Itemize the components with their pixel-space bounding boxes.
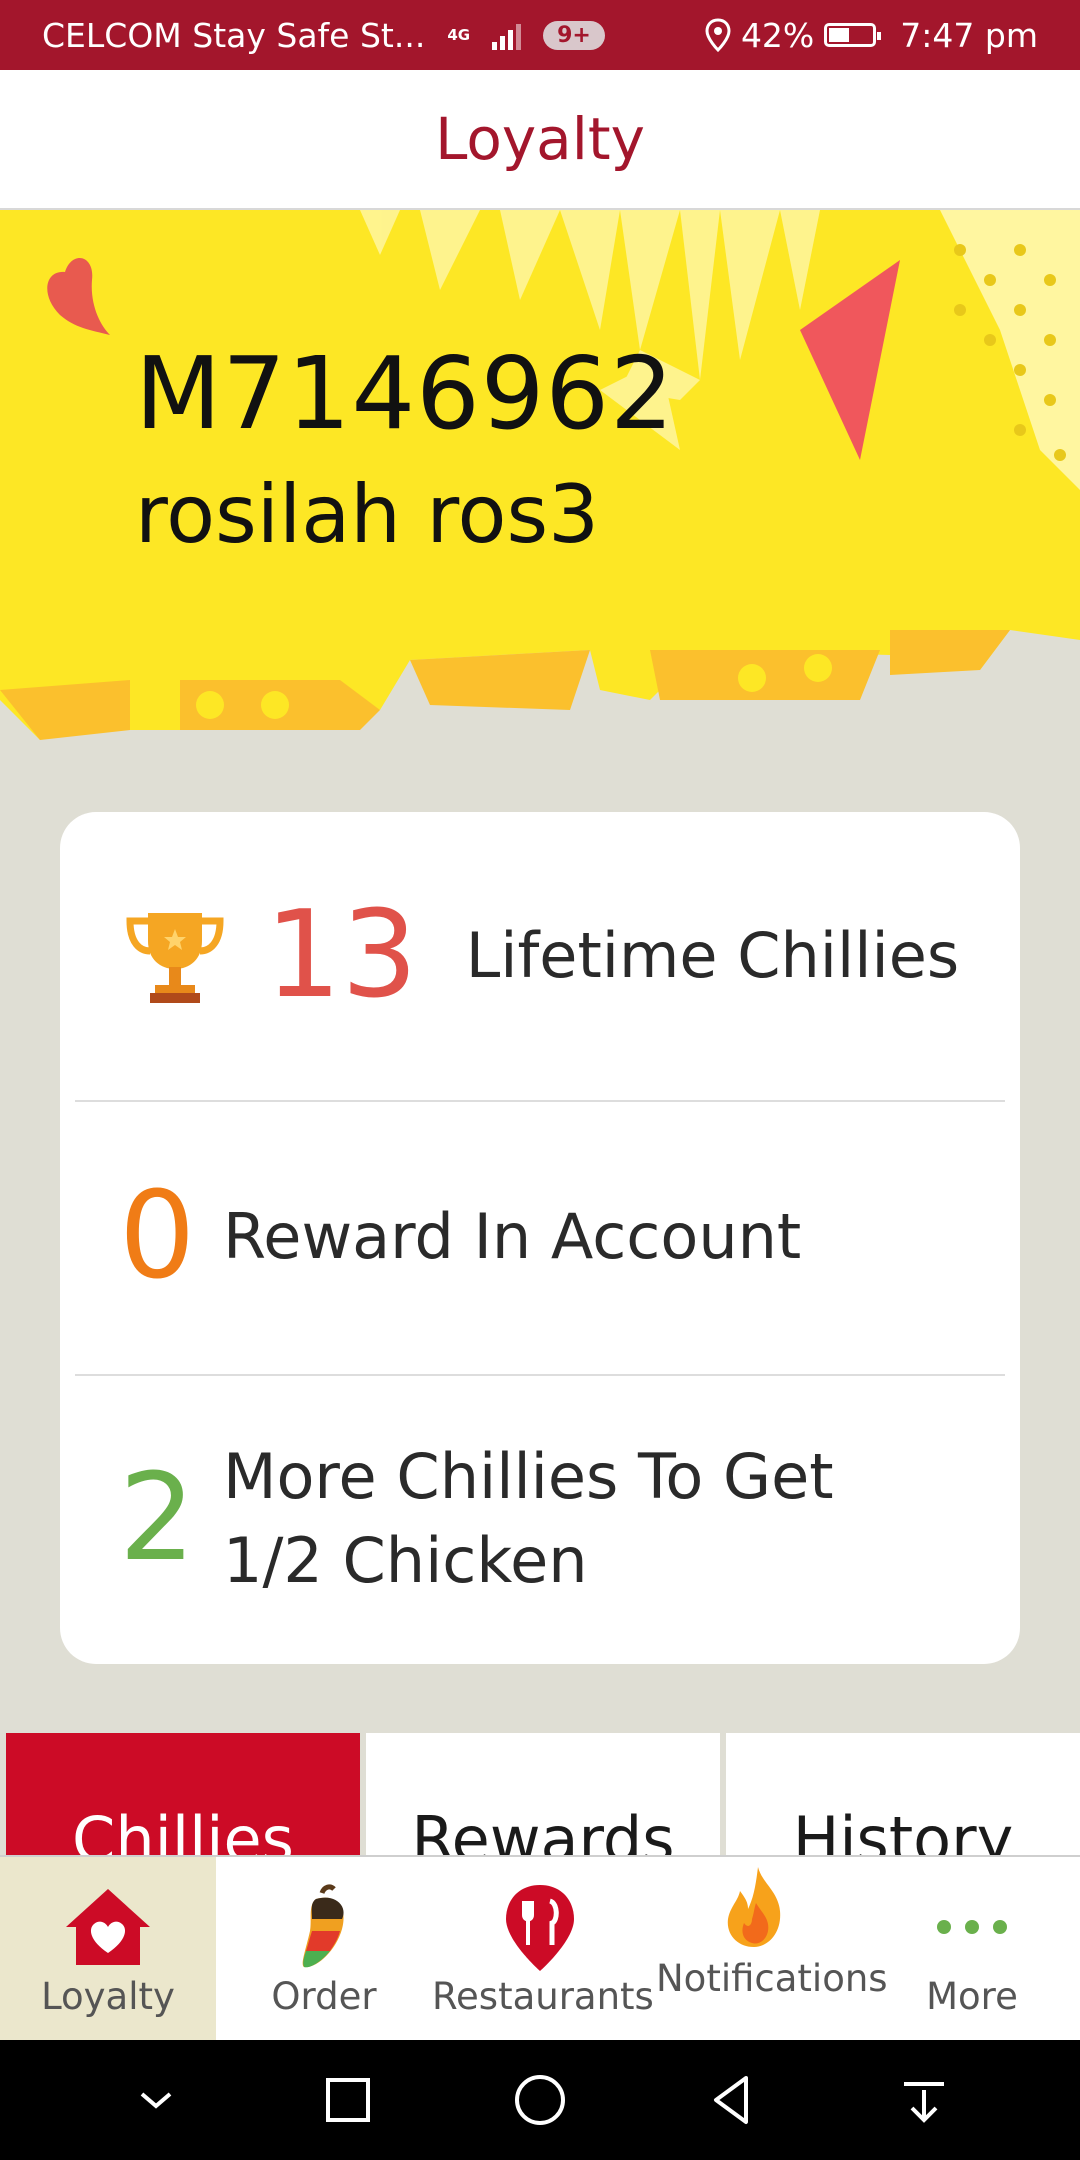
nav-notifications[interactable]: Notifications bbox=[648, 1857, 888, 2042]
tab-history[interactable]: History bbox=[726, 1733, 1080, 1855]
network-signal-icon: 4G bbox=[447, 25, 471, 44]
location-icon bbox=[705, 18, 731, 52]
tab-bar: Chillies Rewards History bbox=[0, 1733, 1080, 1855]
battery-icon bbox=[824, 23, 882, 47]
stat-row-more: 2 More Chillies To Get 1/2 Chicken bbox=[75, 1374, 1005, 1664]
tab-chillies[interactable]: Chillies bbox=[6, 1733, 360, 1855]
more-chillies-label: More Chillies To Get 1/2 Chicken bbox=[223, 1439, 834, 1597]
chevron-down-icon[interactable] bbox=[126, 2070, 186, 2130]
tab-rewards[interactable]: Rewards bbox=[366, 1733, 720, 1855]
location-fork-knife-icon bbox=[506, 1885, 574, 1971]
nav-restaurants-label: Restaurants bbox=[432, 1975, 654, 2018]
flame-icon bbox=[727, 1867, 781, 1947]
status-bar: CELCOM Stay Safe St... 4G 9+ 42% 7:47 pm bbox=[0, 0, 1080, 70]
signal-bars-icon bbox=[492, 20, 522, 50]
stat-row-reward: 0 Reward In Account bbox=[75, 1100, 1005, 1376]
home-circle-icon[interactable] bbox=[510, 2070, 570, 2130]
page-title: Loyalty bbox=[435, 105, 645, 173]
stat-row-lifetime: 13 Lifetime Chillies bbox=[75, 812, 1005, 1102]
nav-more[interactable]: More bbox=[864, 1857, 1080, 2042]
notification-pulldown-icon[interactable] bbox=[894, 2070, 954, 2130]
nav-loyalty[interactable]: Loyalty bbox=[0, 1857, 216, 2042]
chilli-icon bbox=[302, 1884, 344, 1968]
member-id: M7146962 bbox=[135, 335, 675, 452]
reward-in-account-label: Reward In Account bbox=[223, 1199, 802, 1273]
nav-notifications-label: Notifications bbox=[656, 1957, 888, 2000]
clock-time: 7:47 pm bbox=[900, 15, 1038, 55]
tab-chillies-label: Chillies bbox=[72, 1803, 294, 1855]
recents-square-icon[interactable] bbox=[318, 2070, 378, 2130]
system-navigation-bar bbox=[0, 2040, 1080, 2160]
bottom-navigation: Loyalty Order Restaurants Notifications bbox=[0, 1855, 1080, 2042]
nav-order-label: Order bbox=[271, 1975, 377, 2018]
member-banner: M7146962 rosilah ros3 bbox=[0, 210, 1080, 750]
more-chillies-value: 2 bbox=[119, 1449, 196, 1588]
lifetime-chillies-label: Lifetime Chillies bbox=[465, 918, 960, 992]
loyalty-stats-card: 13 Lifetime Chillies 0 Reward In Account… bbox=[60, 812, 1020, 1664]
notification-count-badge: 9+ bbox=[543, 20, 605, 50]
network-type: 4G bbox=[447, 25, 471, 44]
heart-house-icon bbox=[66, 1889, 150, 1965]
battery-percent: 42% bbox=[740, 15, 815, 55]
app-header: Loyalty bbox=[0, 70, 1080, 210]
tab-history-label: History bbox=[792, 1803, 1014, 1855]
carrier-text: CELCOM Stay Safe St... bbox=[42, 15, 426, 55]
lifetime-chillies-value: 13 bbox=[265, 886, 418, 1025]
nav-more-label: More bbox=[926, 1975, 1018, 2018]
more-dots-icon bbox=[937, 1920, 1007, 1934]
member-name: rosilah ros3 bbox=[135, 468, 600, 561]
back-triangle-icon[interactable] bbox=[702, 2070, 762, 2130]
nav-restaurants[interactable]: Restaurants bbox=[432, 1857, 654, 2042]
nav-loyalty-label: Loyalty bbox=[41, 1975, 175, 2018]
trophy-icon bbox=[126, 913, 224, 1003]
nav-order[interactable]: Order bbox=[216, 1857, 432, 2042]
reward-in-account-value: 0 bbox=[119, 1167, 196, 1306]
tab-rewards-label: Rewards bbox=[411, 1803, 675, 1855]
